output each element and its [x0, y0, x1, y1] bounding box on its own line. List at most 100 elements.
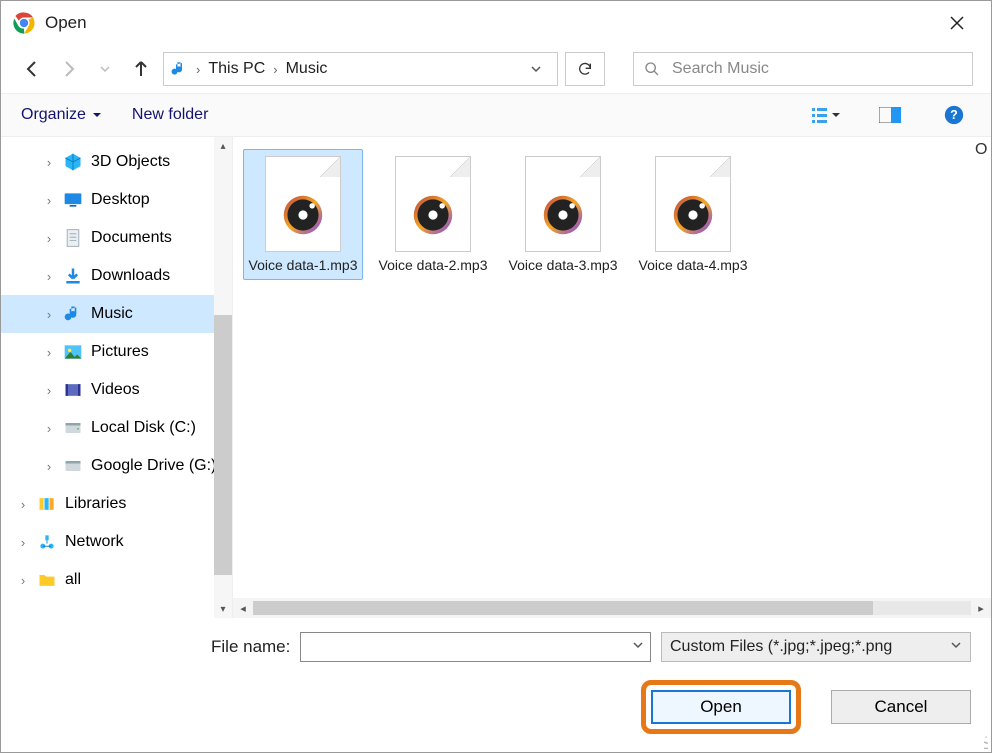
cancel-button[interactable]: Cancel: [831, 690, 971, 724]
music-disc-icon: [541, 193, 585, 242]
music-disc-icon: [411, 193, 455, 242]
chrome-logo-icon: [13, 12, 35, 34]
svg-text:?: ?: [950, 108, 958, 122]
organize-menu[interactable]: Organize: [21, 106, 102, 124]
file-item[interactable]: Voice data-4.mp3: [633, 149, 753, 280]
filename-label: File name:: [211, 637, 290, 657]
scroll-down-button[interactable]: ▾: [214, 600, 232, 618]
tree-item-music[interactable]: › Music: [1, 295, 232, 333]
tree-item-desktop[interactable]: › Desktop: [1, 181, 232, 219]
page-corner-icon: [320, 157, 340, 177]
tree-item-pictures[interactable]: › Pictures: [1, 333, 232, 371]
file-type-filter-label: Custom Files (*.jpg;*.jpeg;*.png: [670, 638, 892, 656]
music-icon: [63, 304, 83, 324]
command-toolbar: Organize New folder ?: [1, 93, 991, 137]
videos-icon: [63, 380, 83, 400]
address-row: › This PC › Music: [1, 45, 991, 93]
refresh-button[interactable]: [565, 52, 605, 86]
horizontal-scrollbar-thumb[interactable]: [253, 601, 873, 615]
search-icon: [644, 61, 660, 77]
chevron-right-icon[interactable]: ›: [43, 421, 55, 436]
new-folder-button[interactable]: New folder: [132, 106, 208, 124]
tree-item-local-disk-c[interactable]: › Local Disk (C:): [1, 409, 232, 447]
file-name-label: Voice data-4.mp3: [639, 258, 748, 273]
tree-item-label: Libraries: [65, 495, 126, 513]
address-bar[interactable]: › This PC › Music: [163, 52, 558, 86]
horizontal-scrollbar[interactable]: ◂ ▸: [233, 598, 991, 618]
dialog-title: Open: [45, 13, 935, 33]
folder-icon: [37, 570, 57, 590]
chevron-right-icon[interactable]: ›: [17, 497, 29, 512]
file-thumbnail: [525, 156, 601, 252]
nav-back-button[interactable]: [19, 55, 47, 83]
preview-pane-button[interactable]: [873, 101, 907, 129]
scroll-right-button[interactable]: ▸: [971, 602, 991, 615]
dialog-bottom: File name: Custom Files (*.jpg;*.jpeg;*.…: [1, 618, 991, 752]
recent-locations-dropdown-icon[interactable]: [91, 55, 119, 83]
pictures-icon: [63, 342, 83, 362]
close-button[interactable]: [935, 1, 979, 45]
scroll-left-button[interactable]: ◂: [233, 602, 253, 615]
search-box[interactable]: [633, 52, 973, 86]
chevron-down-icon: [950, 638, 962, 656]
tree-item-label: Pictures: [91, 343, 149, 361]
tree-item-google-drive-g[interactable]: › Google Drive (G:): [1, 447, 232, 485]
tree-item-label: Google Drive (G:): [91, 457, 216, 475]
view-options-button[interactable]: [809, 101, 843, 129]
chevron-right-icon[interactable]: ›: [43, 269, 55, 284]
file-list-pane[interactable]: O Voice data-1.mp3 Voice data-2.mp3 Voic…: [233, 137, 991, 618]
chevron-down-icon[interactable]: [632, 638, 644, 656]
resize-grip-icon[interactable]: .:.::: [983, 736, 987, 748]
tree-scrollbar-thumb[interactable]: [214, 315, 232, 575]
tree-item-label: Local Disk (C:): [91, 419, 196, 437]
chevron-right-icon[interactable]: ›: [43, 193, 55, 208]
tree-item-3d-objects[interactable]: › 3D Objects: [1, 143, 232, 181]
search-input[interactable]: [670, 59, 962, 79]
chevron-right-icon[interactable]: ›: [17, 573, 29, 588]
address-dropdown-icon[interactable]: [521, 63, 551, 75]
tree-item-network[interactable]: ›Network: [1, 523, 232, 561]
tree-item-label: Documents: [91, 229, 172, 247]
scroll-up-button[interactable]: ▴: [214, 137, 232, 155]
chevron-right-icon[interactable]: ›: [17, 535, 29, 550]
music-disc-icon: [281, 193, 325, 242]
chevron-right-icon[interactable]: ›: [43, 307, 55, 322]
file-type-filter[interactable]: Custom Files (*.jpg;*.jpeg;*.png: [661, 632, 971, 662]
disk-icon: [63, 418, 83, 438]
nav-forward-button[interactable]: [55, 55, 83, 83]
desktop-icon: [63, 190, 83, 210]
music-disc-icon: [671, 193, 715, 242]
breadcrumb-root[interactable]: This PC: [208, 60, 265, 78]
open-button[interactable]: Open: [651, 690, 791, 724]
tree-item-label: Music: [91, 305, 133, 323]
chevron-right-icon[interactable]: ›: [43, 231, 55, 246]
file-item[interactable]: Voice data-3.mp3: [503, 149, 623, 280]
chevron-right-icon[interactable]: ›: [43, 459, 55, 474]
corner-letter: O: [975, 141, 991, 159]
breadcrumb-folder[interactable]: Music: [286, 60, 328, 78]
breadcrumb-sep-icon: ›: [196, 62, 200, 77]
tree-item-label: Downloads: [91, 267, 170, 285]
tree-item-documents[interactable]: › Documents: [1, 219, 232, 257]
chevron-right-icon[interactable]: ›: [43, 155, 55, 170]
tree-item-all[interactable]: ›all: [1, 561, 232, 599]
chevron-right-icon[interactable]: ›: [43, 383, 55, 398]
dialog-body: ›3D Objects›Desktop›Documents›Downloads›…: [1, 137, 991, 618]
tree-item-videos[interactable]: ›Videos: [1, 371, 232, 409]
file-thumbnail: [655, 156, 731, 252]
page-corner-icon: [580, 157, 600, 177]
help-button[interactable]: ?: [937, 101, 971, 129]
navigation-tree[interactable]: ›3D Objects›Desktop›Documents›Downloads›…: [1, 137, 233, 618]
file-item[interactable]: Voice data-1.mp3: [243, 149, 363, 280]
nav-up-button[interactable]: [127, 55, 155, 83]
tree-item-libraries[interactable]: › Libraries: [1, 485, 232, 523]
filename-combobox[interactable]: [300, 632, 651, 662]
file-thumbnail: [395, 156, 471, 252]
file-name-label: Voice data-3.mp3: [509, 258, 618, 273]
chevron-right-icon[interactable]: ›: [43, 345, 55, 360]
tree-item-label: 3D Objects: [91, 153, 170, 171]
tree-item-label: Desktop: [91, 191, 150, 209]
tree-item-downloads[interactable]: › Downloads: [1, 257, 232, 295]
tree-scrollbar-track[interactable]: ▴ ▾: [214, 137, 232, 618]
file-item[interactable]: Voice data-2.mp3: [373, 149, 493, 280]
